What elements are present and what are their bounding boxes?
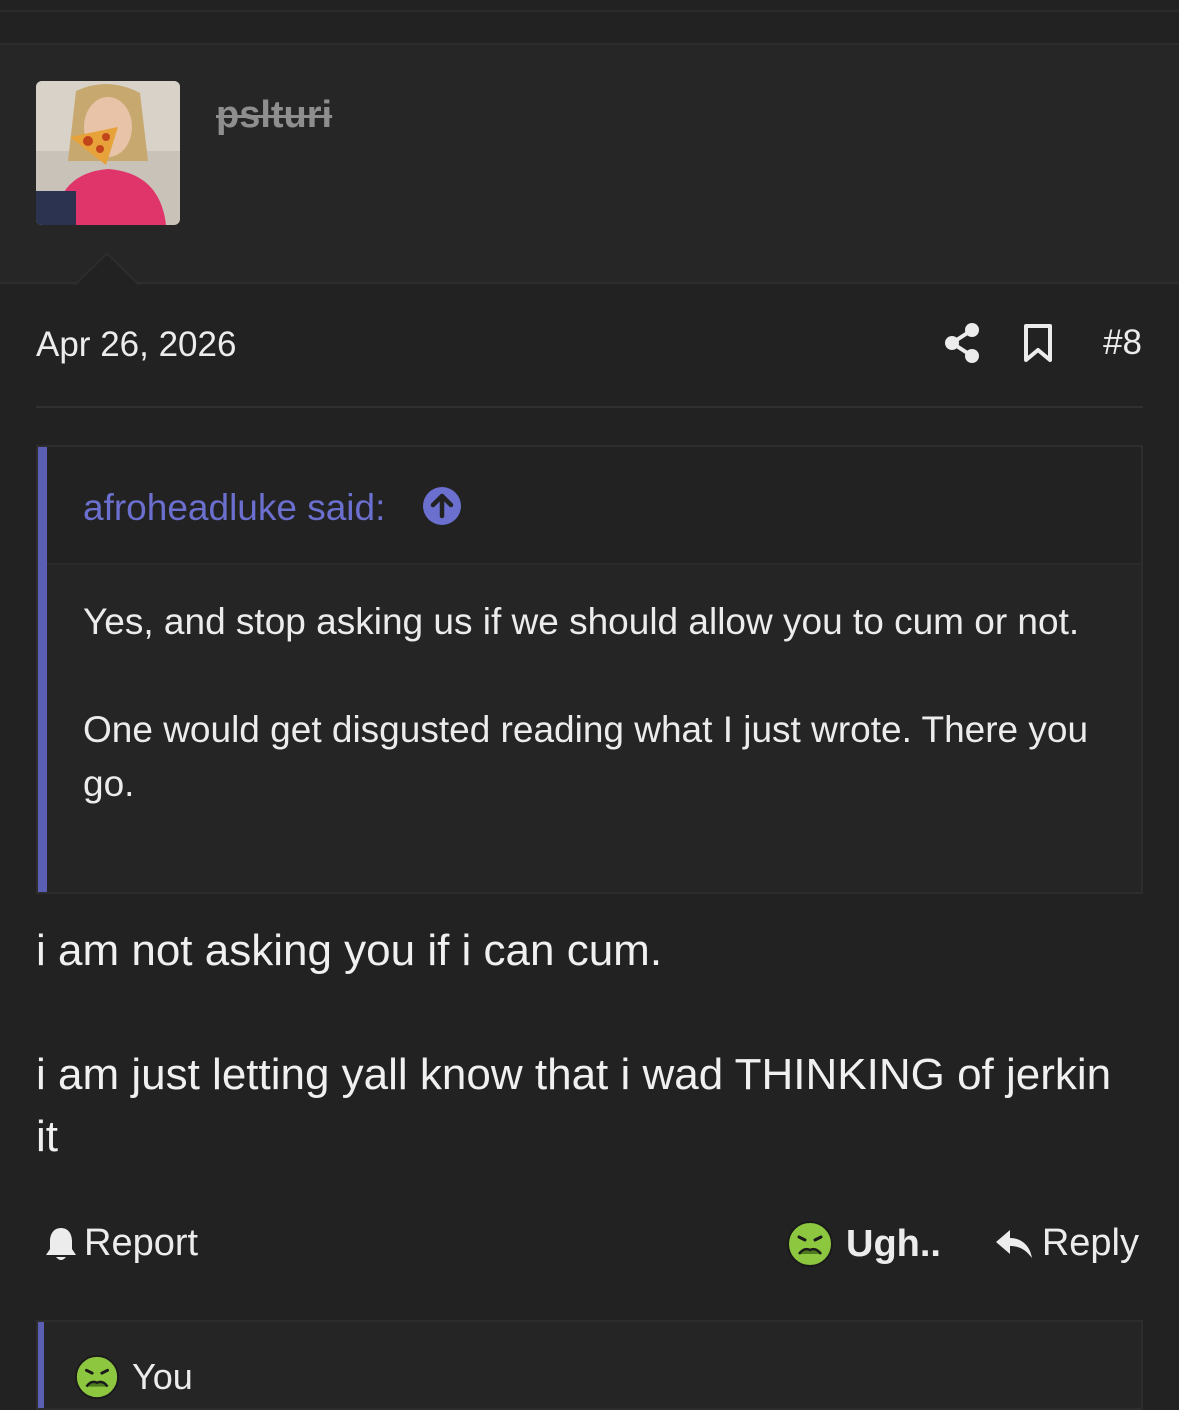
post-date[interactable]: Apr 26, 2026 <box>36 325 236 365</box>
reply-label: Reply <box>1041 1222 1139 1264</box>
post-actions: #8 <box>943 322 1142 364</box>
quote-block: afroheadluke said: Yes, and stop asking … <box>36 445 1143 894</box>
nauseated-face-icon <box>787 1221 833 1267</box>
post-paragraph: i am not asking you if i can cum. <box>36 926 663 975</box>
quote-content: Yes, and stop asking us if we should all… <box>83 595 1093 865</box>
reply-arrow-icon <box>995 1229 1032 1258</box>
reply-button[interactable]: Reply <box>994 1222 1139 1265</box>
share-icon[interactable] <box>943 322 981 364</box>
reaction-label: Ugh.. <box>846 1222 941 1265</box>
bookmark-icon[interactable] <box>1023 323 1053 363</box>
top-divider <box>0 10 1179 12</box>
reaction-entry[interactable]: You <box>74 1354 193 1400</box>
report-button[interactable]: Report <box>44 1222 198 1265</box>
username[interactable]: pslturi <box>216 94 332 137</box>
reactions-accent-bar <box>38 1322 44 1408</box>
quote-paragraph: One would get disgusted reading what I j… <box>83 709 1089 804</box>
post-paragraph: i am just letting yall know that i wad T… <box>36 1050 1112 1161</box>
report-label: Report <box>84 1222 199 1264</box>
quote-paragraph: Yes, and stop asking us if we should all… <box>83 601 1080 642</box>
quote-accent-bar <box>38 447 47 892</box>
post-content: i am not asking you if i can cum. i am j… <box>36 920 1136 1230</box>
bell-icon <box>46 1227 76 1260</box>
reactions-list: You <box>36 1320 1143 1410</box>
avatar[interactable] <box>36 81 180 225</box>
nauseated-face-icon <box>74 1354 120 1400</box>
reaction-summary[interactable]: Ugh.. <box>786 1220 941 1268</box>
post-number[interactable]: #8 <box>1103 323 1142 363</box>
quote-author[interactable]: afroheadluke said: <box>83 487 385 529</box>
arrow-up-circle-icon[interactable] <box>421 485 463 527</box>
reaction-user: You <box>132 1356 193 1397</box>
divider <box>36 406 1143 408</box>
quote-header: afroheadluke said: <box>47 447 1141 565</box>
